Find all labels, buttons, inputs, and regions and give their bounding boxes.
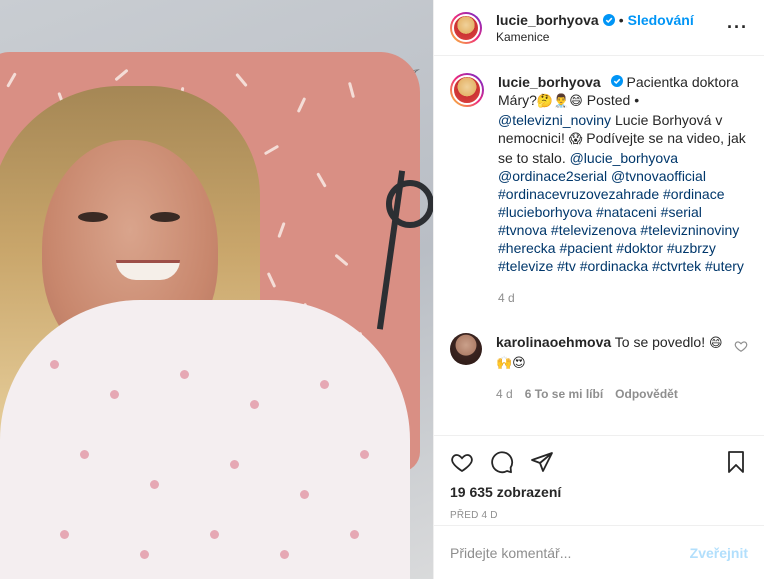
comment-text: To se povedlo! [614,334,706,350]
like-heart-icon[interactable] [450,450,474,474]
post-location[interactable]: Kamenice [496,30,727,44]
view-count[interactable]: 19 635 zobrazení [450,484,748,500]
post-panel: lucie_borhyova • Sledování Kamenice ··· … [433,0,764,579]
caption-hashtags[interactable]: #ordinacevruzovezahrade #ordinace #lucie… [498,186,744,274]
caption-age: 4 d [498,291,515,305]
share-paper-plane-icon[interactable] [530,450,554,474]
separator-dot: • [618,11,624,28]
comments-section[interactable]: lucie_borhyova Pacientka doktora Máry?🤔👨… [434,57,764,435]
verified-badge-icon [602,13,615,26]
more-options-icon[interactable]: ··· [727,17,748,38]
comment-likes[interactable]: 6 To se mi líbí [525,385,603,403]
comment-composer: Zveřejnit [434,525,764,579]
comment-age: 4 d [496,387,513,401]
comment-like-heart-icon[interactable] [734,339,748,353]
caption-mention-link[interactable]: @televizni_noviny [498,112,611,128]
author-username[interactable]: lucie_borhyova [496,12,599,28]
post-comment-button[interactable]: Zveřejnit [690,545,748,561]
caption-text-2: Posted • [586,92,640,108]
caption-emoji-2: 😱 [568,132,583,147]
following-button[interactable]: Sledování [628,12,694,28]
commenter-username[interactable]: karolinaoehmova [496,334,611,350]
comment-item: karolinaoehmova To se povedlo! 😄🙌😍 4 d 6… [450,333,748,403]
comment-reply-button[interactable]: Odpovědět [615,385,678,403]
caption: lucie_borhyova Pacientka doktora Máry?🤔👨… [450,73,748,307]
post-actions: 19 635 zobrazení PŘED 4 D [434,435,764,521]
verified-badge-icon [610,75,623,87]
save-bookmark-icon[interactable] [724,450,748,474]
comment-input[interactable] [450,544,690,561]
caption-emojis-1: 🤔👨‍⚕️😄 [536,94,583,109]
comment-bubble-icon[interactable] [490,450,514,474]
posted-time[interactable]: PŘED 4 D [450,510,748,521]
caption-username[interactable]: lucie_borhyova [498,74,601,90]
tripod-ring [386,180,433,228]
commenter-avatar[interactable] [450,333,482,365]
shirt [0,300,410,579]
post-header: lucie_borhyova • Sledování Kamenice ··· [434,0,764,56]
author-avatar[interactable] [450,11,482,44]
caption-avatar[interactable] [450,73,484,107]
post-video[interactable]: 𝒥 [0,0,433,579]
